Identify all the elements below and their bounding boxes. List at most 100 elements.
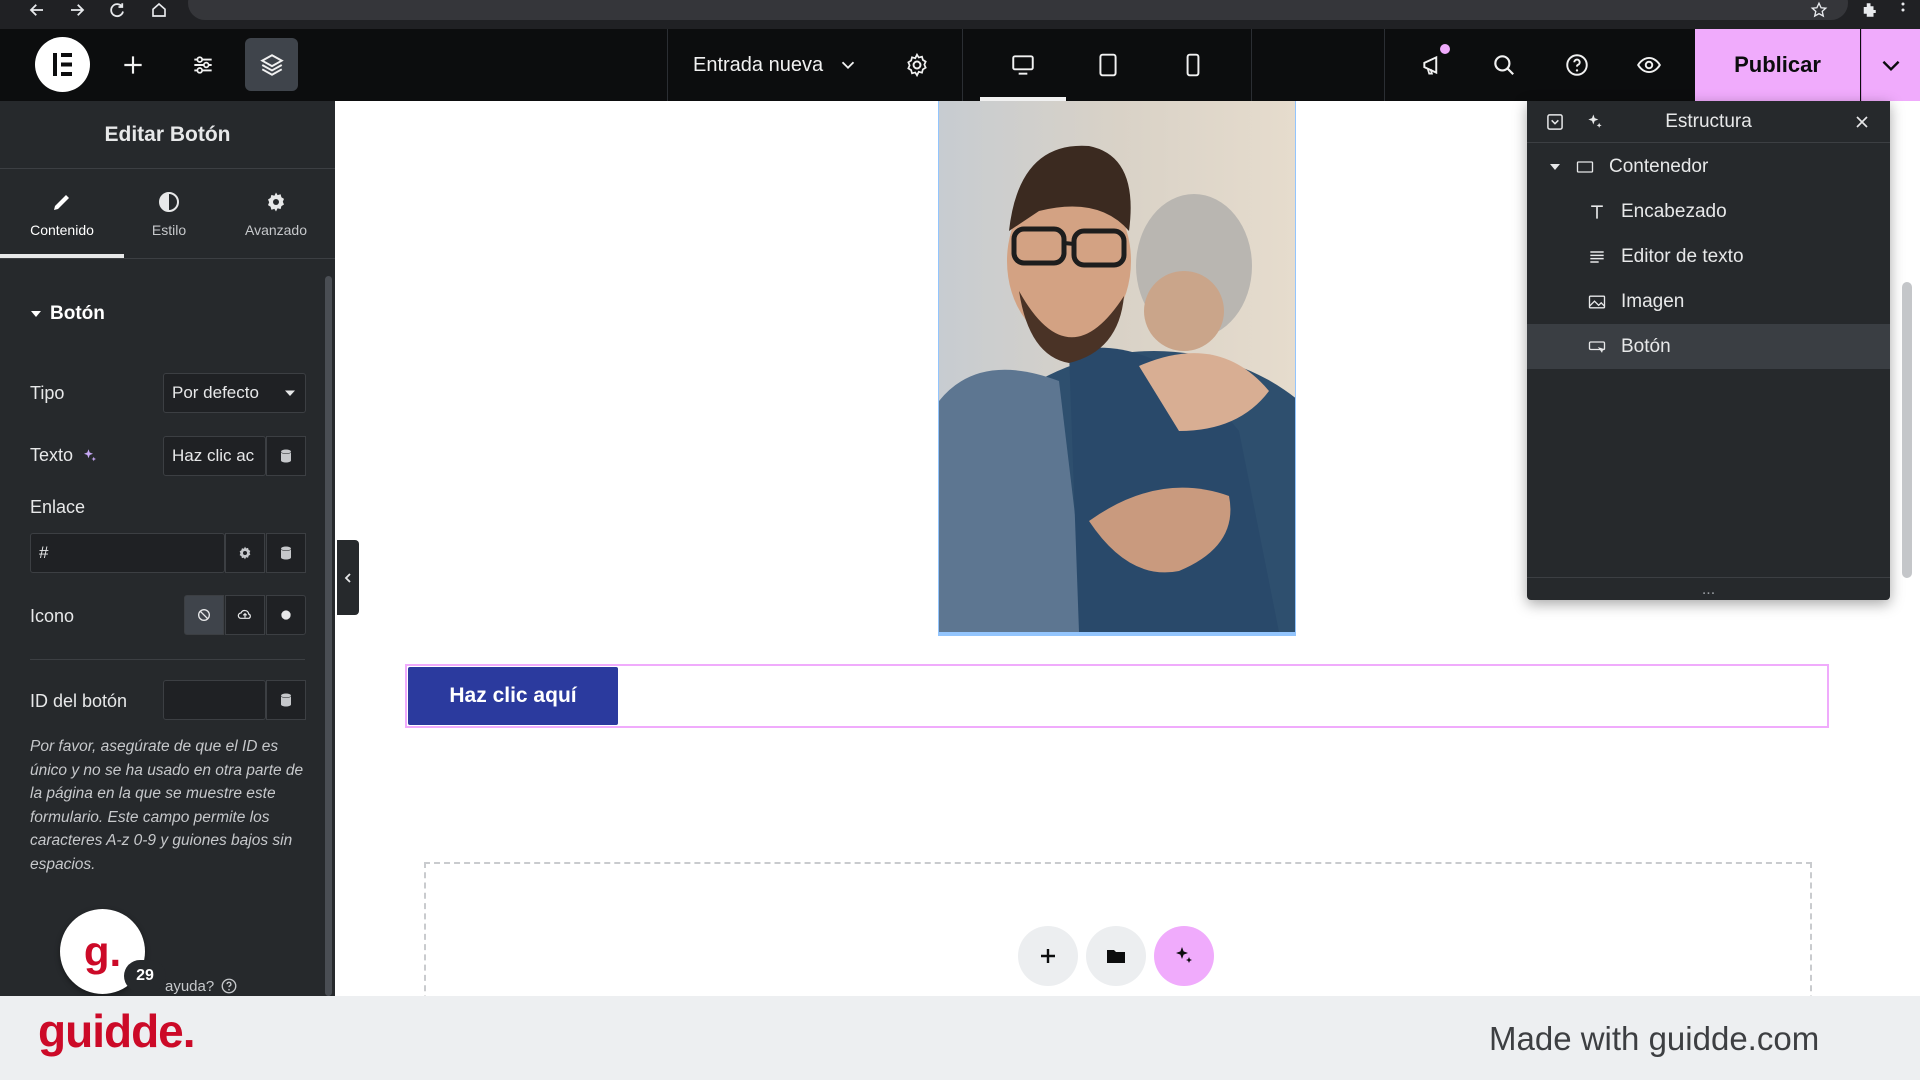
notification-dot [1440,44,1450,54]
mobile-icon [1186,53,1200,77]
gear-icon [268,192,284,212]
resize-handle[interactable]: ... [1527,581,1890,599]
help-icon [1566,54,1588,76]
gear-icon [907,52,927,78]
ai-sparkle-icon [1176,947,1192,963]
add-template-button[interactable] [1086,926,1146,986]
icon-none-button[interactable] [184,595,224,635]
forward-icon[interactable] [64,0,90,20]
notification-count-badge: 29 [124,960,166,992]
button-widget-container[interactable] [405,664,1829,728]
haz-clic-button[interactable]: Haz clic aquí [408,667,618,725]
id-label: ID del botón [30,691,128,711]
preview-button[interactable] [1634,29,1664,101]
enlace-dynamic-button[interactable] [266,533,306,573]
gear-icon [239,546,251,560]
publish-button[interactable]: Publicar [1695,29,1860,101]
id-dynamic-button[interactable] [266,680,306,720]
chevron-left-icon [344,572,351,583]
section-toggle-boton[interactable]: Botón [30,303,105,325]
publish-options-button[interactable] [1861,29,1920,101]
caret-down-icon [1550,163,1560,170]
structure-footer-divider [1527,577,1890,578]
database-icon [281,546,291,560]
page-scrollbar[interactable] [1902,282,1912,578]
upload-icon [237,609,251,619]
ai-sparkle-icon [84,448,97,461]
tipo-value: Por defecto [172,383,259,402]
star-icon[interactable] [1806,0,1832,20]
icon-upload-button[interactable] [225,595,265,635]
desktop-view-button[interactable] [1008,29,1038,101]
structure-header: Estructura [1527,101,1890,143]
section-divider [30,659,305,660]
add-section-button[interactable] [1018,926,1078,986]
document-title: Entrada nueva [693,53,824,76]
panel-scrollbar[interactable] [325,276,332,996]
tablet-view-button[interactable] [1093,29,1123,101]
hug-photo-image[interactable] [938,101,1296,636]
tab-label: Estilo [151,222,187,238]
folder-icon [1107,950,1125,963]
tab-estilo[interactable]: Estilo [114,169,224,259]
icon-library-button[interactable] [266,595,306,635]
id-input[interactable] [163,680,266,720]
help-link[interactable]: ayuda? [165,977,238,995]
back-icon[interactable] [24,0,50,20]
circle-icon [281,610,291,620]
structure-item-imagen[interactable]: Imagen [1527,279,1890,324]
structure-toggle-button[interactable] [245,38,298,91]
section-title: Botón [50,303,105,324]
toolbar-separator [962,29,963,101]
texto-dynamic-button[interactable] [266,436,306,476]
enlace-input[interactable]: # [30,533,225,573]
texto-input[interactable]: Haz clic ac [163,436,266,476]
reload-icon[interactable] [104,0,130,20]
structure-item-label: Botón [1621,335,1671,357]
page-settings-button[interactable] [902,29,932,101]
document-title-dropdown[interactable]: Entrada nueva [693,29,859,101]
toolbar-separator [1251,29,1252,101]
close-icon[interactable] [1850,110,1874,134]
structure-item-label: Encabezado [1621,200,1727,222]
tab-label: Contenido [30,222,94,238]
caret-down-icon [285,390,295,396]
add-element-button[interactable] [118,29,148,101]
help-link-text: ayuda? [165,977,215,995]
mobile-view-button[interactable] [1178,29,1208,101]
link-options-button[interactable] [225,533,265,573]
help-button[interactable] [1562,29,1592,101]
enlace-label: Enlace [30,497,86,517]
pencil-icon [54,195,69,210]
database-icon [281,449,291,463]
texto-label: Texto [30,445,74,465]
panel-collapse-button[interactable] [337,540,359,615]
home-icon[interactable] [146,0,172,20]
notifications-button[interactable] [1418,29,1448,101]
structure-item-contenedor[interactable]: Contenedor [1527,144,1890,189]
editor-toolbar: Entrada nueva Publicar [0,29,1920,101]
eye-icon [1637,56,1661,74]
structure-item-boton[interactable]: Botón [1527,324,1890,369]
ai-generate-button[interactable] [1154,926,1214,986]
container-icon [1576,160,1594,173]
icono-label: Icono [30,606,75,626]
search-button[interactable] [1489,29,1519,101]
active-tab-indicator [0,254,124,258]
tablet-icon [1099,53,1117,77]
address-bar[interactable] [188,0,1848,20]
site-settings-button[interactable] [188,29,218,101]
guidde-logo: guidde. [38,1005,196,1057]
extensions-icon[interactable] [1856,0,1882,20]
menu-dots-icon[interactable] [1890,0,1916,20]
help-icon [221,978,237,994]
contrast-icon [159,192,179,212]
tab-contenido[interactable]: Contenido [7,169,117,259]
tab-avanzado[interactable]: Avanzado [221,169,331,259]
structure-item-editor-de-texto[interactable]: Editor de texto [1527,234,1890,279]
structure-panel: Estructura Contenedor Encabezado Editor … [1527,101,1890,600]
structure-item-encabezado[interactable]: Encabezado [1527,189,1890,234]
browser-toolbar [0,0,1920,29]
tipo-select[interactable]: Por defecto [163,373,306,413]
elementor-logo-icon[interactable] [35,37,90,92]
